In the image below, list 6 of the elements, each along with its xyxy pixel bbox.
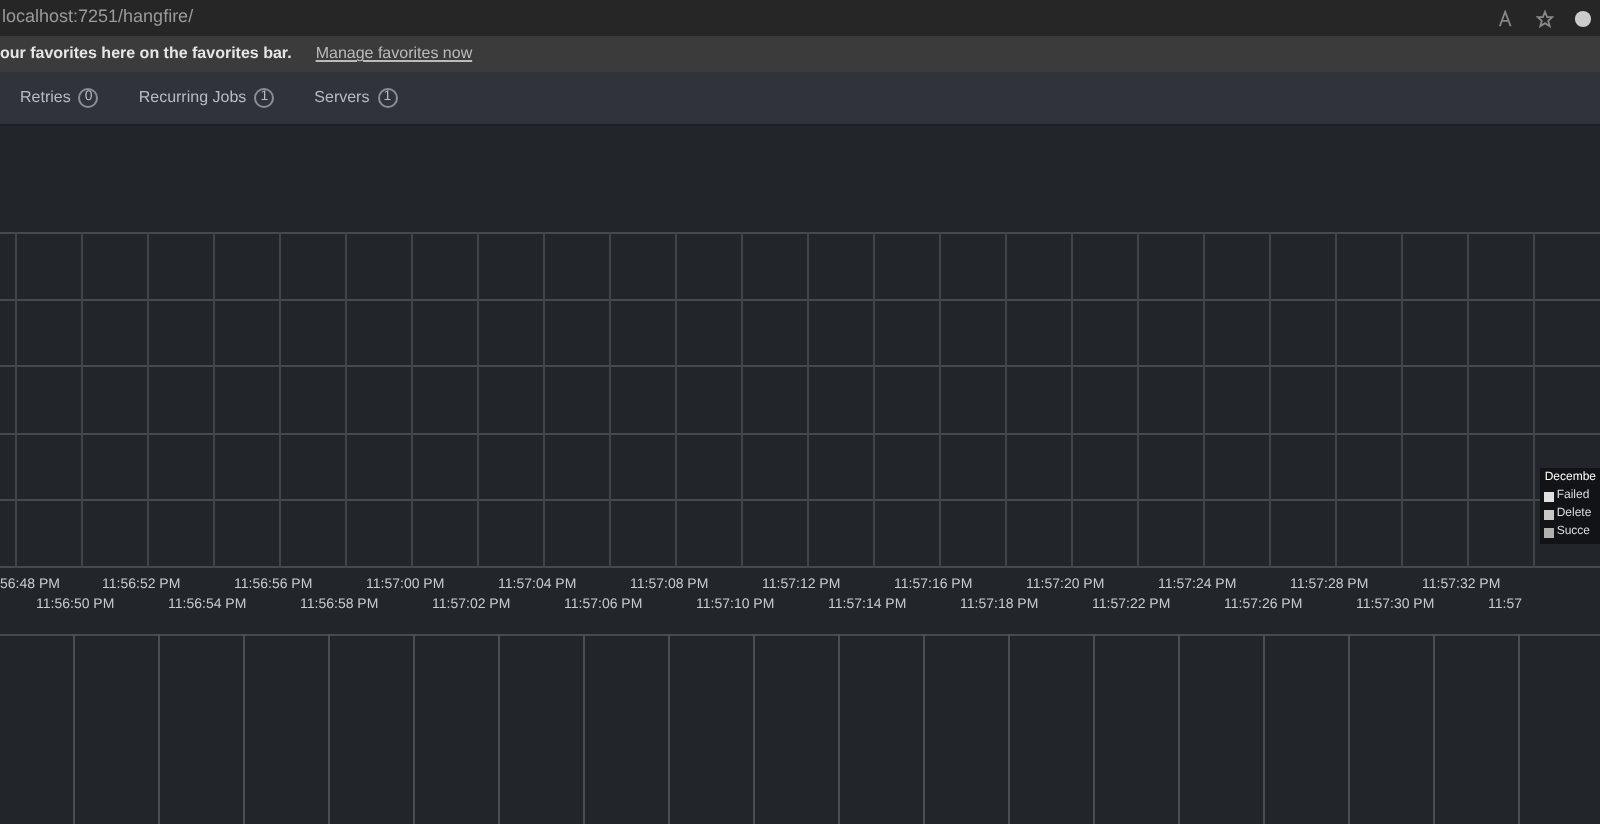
star-icon[interactable] (1536, 9, 1554, 28)
address-bar[interactable]: localhost:7251/hangfire/ (0, 4, 194, 32)
read-aloud-icon[interactable] (1498, 9, 1516, 28)
favorites-message: our favorites here on the favorites bar. (0, 42, 292, 67)
manage-favorites-link[interactable]: Manage favorites now (315, 42, 473, 67)
profile-icon[interactable] (1574, 9, 1592, 28)
